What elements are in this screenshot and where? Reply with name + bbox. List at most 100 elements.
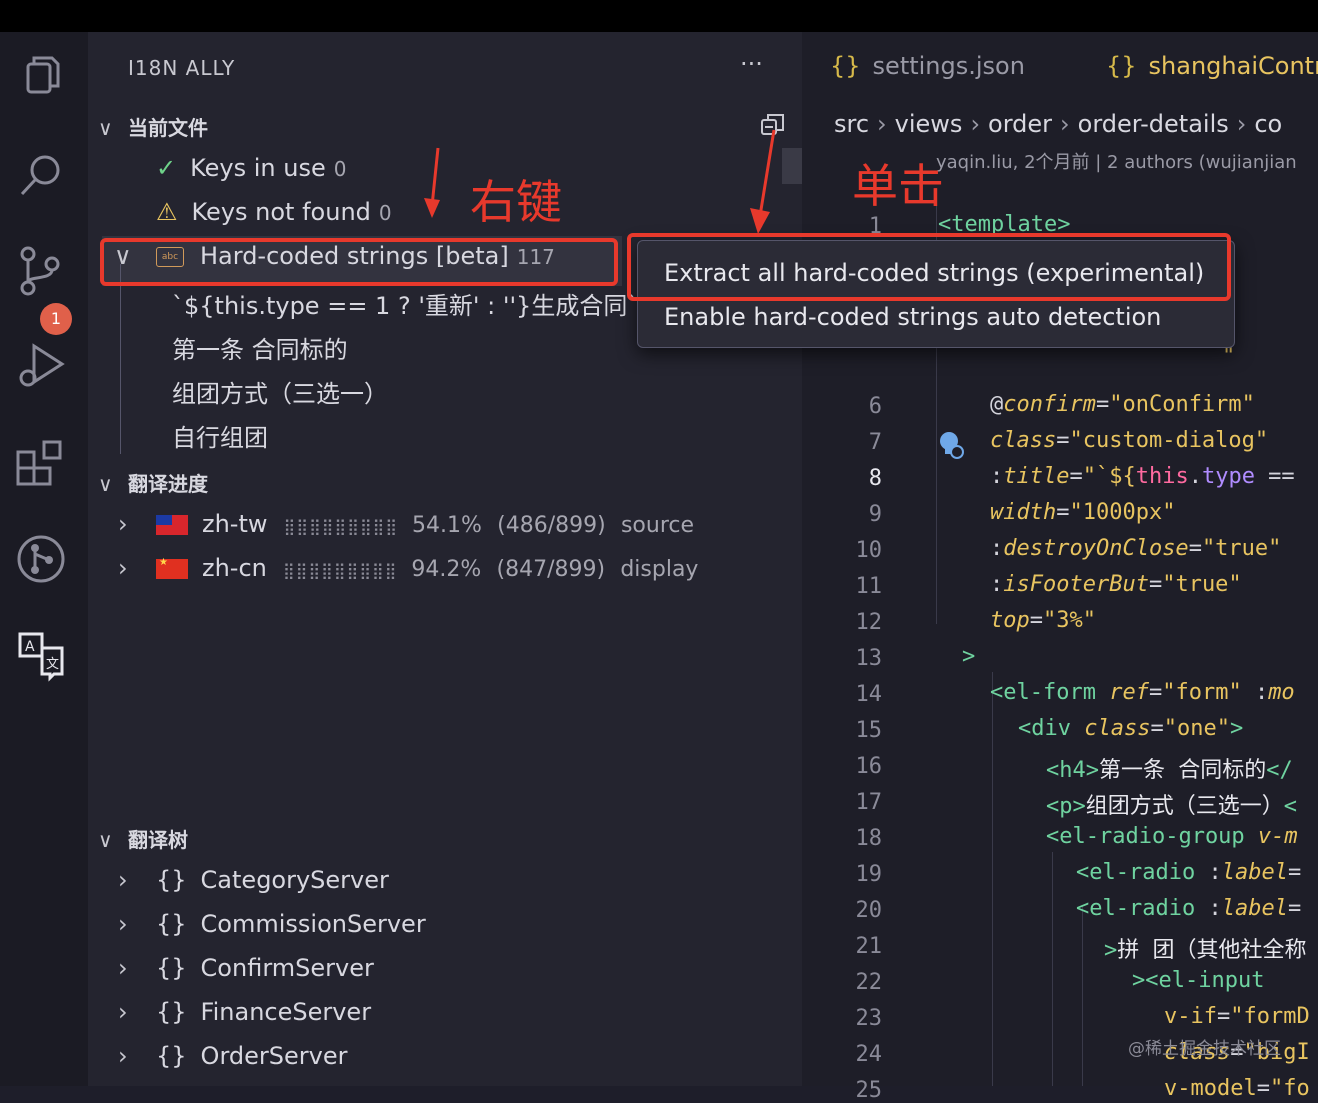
source-control-icon[interactable] [14,244,68,298]
hardcoded-string-item[interactable]: 第一条 合同标的 [172,330,348,365]
chevron-right-icon: › [118,910,128,938]
chevron-down-icon: ∨ [98,472,113,496]
more-actions-icon[interactable]: ··· [740,50,763,78]
indent-guide [992,672,993,1086]
code-line[interactable]: :destroyOnClose="true" [990,536,1281,561]
annotation-arrow-icon [750,129,776,234]
line-number: 8 [868,466,882,491]
chevron-right-icon: › [118,998,128,1026]
annotation-single-click: 单击 [852,159,944,213]
svg-text:文: 文 [46,657,59,672]
extensions-icon[interactable] [14,436,68,490]
line-number: 21 [855,934,883,959]
sidebar-title: I18N ALLY [128,56,236,80]
tree-item[interactable]: ›{} CommissionServer [118,910,426,938]
annotation-box-hardcoded [100,238,618,286]
line-number: 9 [868,502,882,527]
hardcoded-string-item[interactable]: `${this.type == 1 ? '重新' : ''}生成合同` [172,286,639,321]
progress-bar: ⣿⣿⣿⣿⣿⣿⣿⣿⣿ [283,517,398,536]
hardcoded-string-item[interactable]: 组团方式（三选一） [172,374,388,409]
watermark-text: @稀土掘金技术社区 [1128,1039,1281,1059]
code-line[interactable]: > [962,644,975,669]
china-flag-icon [156,557,188,579]
code-line[interactable]: <el-radio :label= [1076,860,1301,885]
explorer-icon[interactable] [14,50,68,104]
keys-in-use-item[interactable]: ✓ Keys in use 0 [156,154,346,182]
tree-item[interactable]: ›{} OrderServer [118,1042,347,1070]
json-file-icon: {} [1106,52,1137,80]
locale-progress-item[interactable]: › zh-tw ⣿⣿⣿⣿⣿⣿⣿⣿⣿ 54.1% (486/899) source [118,510,694,538]
section-current-file[interactable]: ∨ 当前文件 [98,112,208,141]
code-line[interactable]: :title="`${this.type == [990,464,1295,489]
code-line[interactable]: top="3%" [990,608,1096,633]
line-number: 22 [855,970,883,995]
hardcoded-string-item[interactable]: 自行组团 [172,418,268,453]
line-number: 18 [855,826,883,851]
code-line[interactable]: <el-radio :label= [1076,896,1301,921]
i18n-ally-icon[interactable]: A文 [14,628,68,682]
search-icon[interactable] [14,148,68,202]
run-debug-icon[interactable] [14,338,68,392]
tree-item[interactable]: ›{} ConfirmServer [118,954,374,982]
code-line[interactable]: v-model="fo [1164,1076,1310,1101]
tree-item[interactable]: ›{} FinanceServer [118,998,371,1026]
line-number: 13 [855,646,883,671]
activity-bar: 1 A文 [0,32,88,1086]
code-line[interactable]: <el-radio-group v-m [1046,824,1298,849]
tree-item[interactable]: ›{} CategoryServer [118,866,389,894]
line-number: 14 [855,682,883,707]
chevron-right-icon: › [118,954,128,982]
code-line[interactable]: class="custom-dialog" [990,428,1268,453]
lightbulb-icon[interactable] [938,430,964,460]
line-number: 23 [855,1006,883,1031]
indent-guide [1082,906,1083,1086]
line-number: 25 [855,1078,883,1103]
line-number: 11 [855,574,883,599]
line-number: 17 [855,790,883,815]
braces-icon: {} [156,954,187,982]
warning-icon: ⚠ [156,198,178,226]
taiwan-flag-icon [156,515,188,535]
code-line[interactable]: <p>组团方式（三选一）< [1046,788,1297,820]
tree-indent-guide [120,264,121,454]
code-line[interactable]: :isFooterBut="true" [990,572,1242,597]
line-number: 10 [855,538,883,563]
section-progress[interactable]: ∨ 翻译进度 [98,468,208,497]
chevron-right-icon: › [118,510,128,538]
chevron-right-icon: › [118,866,128,894]
line-number: 7 [868,430,882,455]
line-number: 12 [855,610,883,635]
git-blame-info[interactable]: yaqin.liu, 2个月前 | 2 authors (wujianjian [936,148,1297,174]
code-line[interactable]: ><el-input [1132,968,1264,993]
tab-settings-json[interactable]: {} settings.json [830,52,1025,80]
code-line[interactable]: <h4>第一条 合同标的</ [1046,752,1293,784]
line-number: 15 [855,718,883,743]
keys-not-found-item[interactable]: ⚠ Keys not found 0 [156,198,392,226]
line-number: 20 [855,898,883,923]
locale-progress-item[interactable]: ›zh-cn⣿⣿⣿⣿⣿⣿⣿⣿⣿94.2% (847/899) display [118,554,698,582]
code-line[interactable]: <div class="one"> [1018,716,1243,741]
braces-icon: {} [156,998,187,1026]
braces-icon: {} [156,1042,187,1070]
line-number: 16 [855,754,883,779]
tab-shanghai-contract[interactable]: {} shanghaiContr [1106,52,1318,80]
chevron-down-icon: ∨ [98,828,113,852]
code-line[interactable]: width="1000px" [990,500,1175,525]
scm-badge: 1 [40,303,72,335]
chevron-right-icon: › [118,1042,128,1070]
code-line[interactable]: <el-form ref="form" :mo [990,680,1295,705]
sidebar-scrollbar[interactable] [782,148,802,184]
section-translation-tree[interactable]: ∨ 翻译树 [98,824,188,853]
braces-icon: {} [156,910,187,938]
code-line[interactable]: v-if="formD [1164,1004,1310,1029]
json-file-icon: {} [830,52,861,80]
svg-text:A: A [25,639,35,655]
line-number: 19 [855,862,883,887]
breadcrumb[interactable]: src › views › order › order-details › co [834,110,1282,138]
menu-item-enable-auto-detection[interactable]: Enable hard-coded strings auto detection [664,303,1161,331]
git-graph-icon[interactable] [14,532,68,586]
code-line[interactable]: >拼 团（其他社全称 [1104,932,1307,964]
progress-bar: ⣿⣿⣿⣿⣿⣿⣿⣿⣿ [282,561,398,580]
code-line[interactable]: @confirm="onConfirm" [990,392,1255,417]
window-title-bar [0,0,1318,32]
